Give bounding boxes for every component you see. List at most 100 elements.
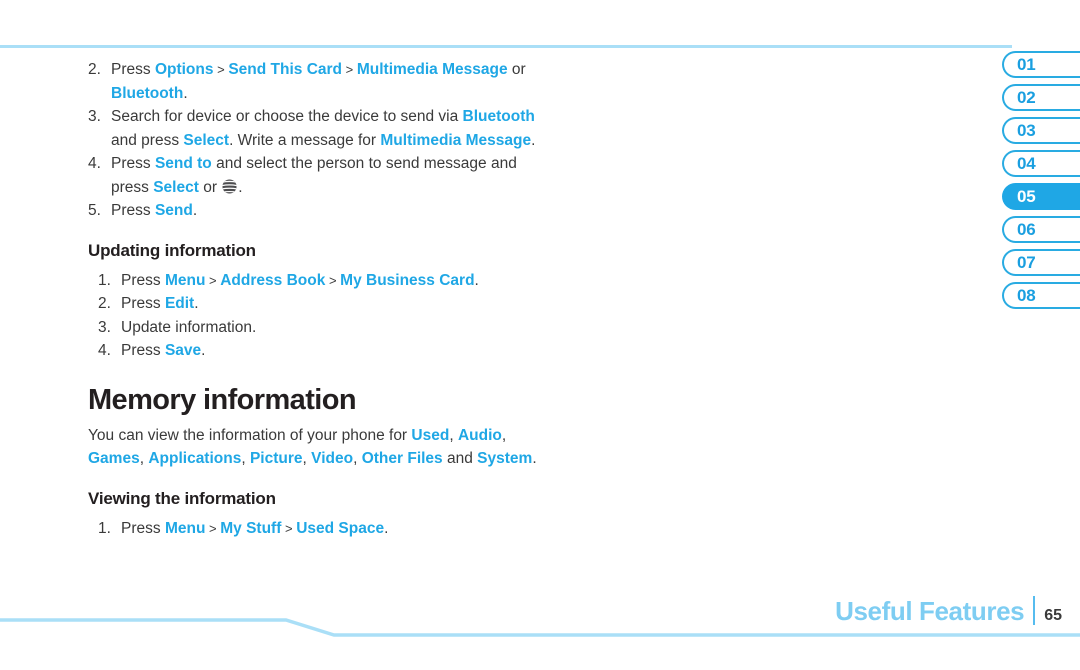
footer-chapter-title: Useful Features <box>835 596 1025 626</box>
step-text: Press Menu > My Stuff > Used Space. <box>121 520 388 537</box>
menu-keyword: Select <box>153 178 199 196</box>
chapter-tab-04[interactable]: 04 <box>1002 150 1080 177</box>
body-text: . <box>532 450 537 467</box>
menu-keyword: Audio <box>457 426 502 444</box>
body-text: . Write a message for <box>229 131 381 149</box>
instruction-step: 4. Press Send to and select the person to… <box>88 152 558 199</box>
chapter-tab-01[interactable]: 01 <box>1002 51 1080 78</box>
instruction-step: 3. Search for device or choose the device… <box>88 105 558 152</box>
instruction-step: 3. Update information. <box>98 316 558 340</box>
step-number: 1. <box>98 519 111 537</box>
breadcrumb-separator: > <box>325 272 341 288</box>
breadcrumb-separator: > <box>342 62 357 77</box>
top-divider-rule <box>0 45 1012 48</box>
menu-keyword: System <box>477 450 533 467</box>
menu-keyword: Address Book <box>220 271 326 289</box>
chapter-tab-label: 04 <box>1017 154 1036 173</box>
step-text: Search for device or choose the device t… <box>111 108 535 149</box>
chapter-tab-06[interactable]: 06 <box>1002 216 1080 243</box>
step-text: Update information. <box>121 319 256 336</box>
chapter-tab-label: 05 <box>1017 187 1036 206</box>
body-text: Press <box>121 519 165 537</box>
body-text: Press <box>121 295 165 312</box>
body-text: or <box>198 178 222 196</box>
body-text: . <box>238 178 243 196</box>
chapter-tab-08[interactable]: 08 <box>1002 282 1080 309</box>
body-text: Update information. <box>121 318 257 336</box>
menu-keyword: Bluetooth <box>111 84 184 102</box>
menu-keyword: Send <box>154 202 193 219</box>
chapter-tab-03[interactable]: 03 <box>1002 117 1080 144</box>
menu-keyword: Picture <box>249 450 303 467</box>
menu-keyword: Send to <box>154 155 212 172</box>
body-text: Press <box>121 342 165 359</box>
chapter-tab-label: 07 <box>1017 253 1036 272</box>
body-text: Press <box>111 61 155 78</box>
menu-keyword: Used <box>411 426 450 444</box>
page-content: 2. Press Options > Send This Card > Multi… <box>88 58 558 540</box>
menu-keyword: Bluetooth <box>462 108 535 125</box>
viewing-the-information-heading: Viewing the information <box>88 488 276 508</box>
body-text: and <box>442 450 478 467</box>
sending-steps-list: 2. Press Options > Send This Card > Multi… <box>88 58 558 223</box>
step-text: Press Send to and select the person to s… <box>111 155 517 196</box>
menu-keyword: My Business Card <box>340 271 475 289</box>
instruction-step: 1. Press Menu > Address Book > My Busines… <box>98 269 558 293</box>
instruction-step: 2. Press Options > Send This Card > Multi… <box>88 58 558 105</box>
menu-keyword: Menu <box>164 271 206 289</box>
step-text: Press Send. <box>111 202 197 219</box>
body-text: and press <box>111 131 184 149</box>
chapter-tab-02[interactable]: 02 <box>1002 84 1080 111</box>
step-number: 3. <box>88 108 101 125</box>
body-text: Search for device or choose the device t… <box>111 108 463 125</box>
menu-keyword: Multimedia Message <box>380 131 532 149</box>
breadcrumb-separator: > <box>205 272 221 288</box>
menu-keyword: Applications <box>148 450 242 467</box>
menu-keyword: Used Space <box>296 519 385 537</box>
body-text: , <box>501 426 507 444</box>
body-text: . <box>183 84 188 102</box>
instruction-step: 2. Press Edit. <box>98 292 558 316</box>
menu-keyword: Other Files <box>361 450 443 467</box>
chapter-tab-label: 01 <box>1017 55 1036 74</box>
step-number: 2. <box>88 61 101 78</box>
step-text: Press Menu > Address Book > My Business … <box>121 272 479 289</box>
updating-information-heading: Updating information <box>88 240 256 260</box>
chapter-tab-05[interactable]: 05 <box>1002 183 1080 210</box>
instruction-step: 5. Press Send. <box>88 199 558 223</box>
body-text: . <box>201 342 206 359</box>
menu-keyword: Menu <box>164 519 206 537</box>
menu-keyword: Multimedia Message <box>356 61 508 78</box>
menu-keyword: Select <box>183 131 230 149</box>
body-text: , <box>353 450 362 467</box>
instruction-step: 4. Press Save. <box>98 339 558 363</box>
body-text: Press <box>111 155 155 172</box>
step-text: Press Options > Send This Card > Multime… <box>111 61 526 102</box>
updating-steps-list: 1. Press Menu > Address Book > My Busines… <box>98 269 558 363</box>
step-number: 3. <box>98 318 111 336</box>
body-text: Press <box>121 271 165 289</box>
breadcrumb-separator: > <box>213 62 229 77</box>
instruction-step: 1. Press Menu > My Stuff > Used Space. <box>98 517 558 541</box>
menu-keyword: Options <box>154 61 214 78</box>
step-number: 4. <box>98 342 111 359</box>
footer-page-number: 65 <box>1044 607 1062 624</box>
chapter-tab-strip: 01 02 03 04 05 06 07 08 <box>1002 51 1080 315</box>
memory-information-heading: Memory information <box>88 383 357 416</box>
menu-keyword: Edit <box>164 295 195 312</box>
chapter-tab-label: 03 <box>1017 121 1036 140</box>
step-text: Press Edit. <box>121 295 199 312</box>
menu-keyword: Video <box>311 450 354 467</box>
breadcrumb-separator: > <box>281 520 297 536</box>
chapter-tab-07[interactable]: 07 <box>1002 249 1080 276</box>
chapter-tab-label: 06 <box>1017 220 1036 239</box>
page-footer: Useful Features 65 <box>835 596 1080 627</box>
memory-information-paragraph: You can view the information of your pho… <box>88 424 558 471</box>
body-text: . <box>192 202 198 219</box>
body-text: , <box>449 426 458 444</box>
menu-keyword: Games <box>88 450 140 467</box>
body-text: . <box>474 271 479 289</box>
body-text: . <box>531 131 536 149</box>
menu-keyword: Send This Card <box>228 61 343 78</box>
menu-keyword: My Stuff <box>220 519 282 537</box>
